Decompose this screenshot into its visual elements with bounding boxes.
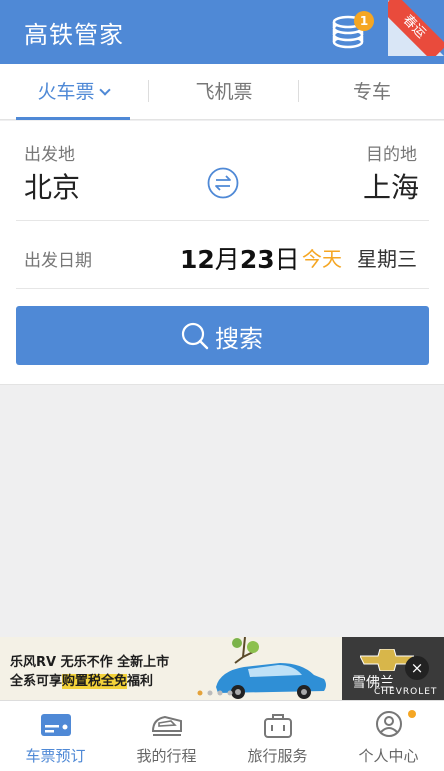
date-month: 12 [180,245,215,274]
user-icon [376,711,402,737]
nav-profile[interactable]: 个人中心 [333,701,444,771]
date-weekday: 星期三 [357,247,417,271]
tab-train-tickets[interactable]: 火车票 [16,64,130,120]
app-header: 高铁管家 1 春运 [0,0,444,64]
departure-date[interactable]: 12月23日 [180,240,300,276]
form-divider [16,220,429,221]
departure-city[interactable]: 北京 [24,166,80,206]
date-day: 23 [239,245,275,274]
ticket-type-tabs: 火车票 飞机票 专车 [0,64,444,120]
tab-train-label: 火车票 [37,81,95,103]
tab-flight-label: 飞机票 [195,81,253,103]
ad-close-button[interactable]: × [405,656,429,680]
nav-label: 车票预订 [25,747,86,765]
ticket-icon [41,714,71,736]
spring-festival-ribbon[interactable]: 春运 [388,0,444,56]
departure-label: 出发地 [24,145,75,165]
train-icon [151,715,182,736]
search-icon [181,322,209,350]
destination-label: 目的地 [366,145,417,165]
ad-subline-highlight: 购置税全免 [62,674,128,689]
ad-headline: 乐风RV 无乐不作 全新上市 [10,655,170,670]
ad-subline-pre: 全系可享 [10,674,63,689]
tab-private-car[interactable]: 专车 [300,64,444,120]
date-month-unit: 月 [214,245,240,274]
swap-arrows-icon[interactable] [207,167,239,199]
nav-label: 我的行程 [136,747,197,765]
search-button-label: 搜索 [215,325,263,353]
chevron-down-icon [98,84,111,96]
ad-subline-post: 福利 [127,674,154,689]
date-day-unit: 日 [274,245,300,274]
ad-subline: 全系可享购置税全免福利 [10,670,153,689]
bottom-nav: 车票预订 我的行程 旅行服务 个人中心 [0,700,444,771]
tab-flight-tickets[interactable]: 飞机票 [150,64,298,120]
tab-divider [298,80,299,102]
nav-label: 旅行服务 [247,747,308,765]
date-relative-label: 今天 [302,247,342,271]
destination-city[interactable]: 上海 [363,166,419,206]
notification-dot [408,710,416,718]
departure-date-label: 出发日期 [24,251,92,271]
form-divider [16,288,429,289]
tab-car-label: 专车 [352,81,391,103]
nav-ticket-booking[interactable]: 车票预订 [0,701,111,771]
coin-count-badge: 1 [354,11,374,31]
nav-travel-services[interactable]: 旅行服务 [222,701,333,771]
ad-brand-sub: CHEVROLET [374,687,438,697]
nav-label: 个人中心 [358,747,419,765]
nav-my-trips[interactable]: 我的行程 [111,701,222,771]
suitcase-icon [264,714,292,738]
app-title: 高铁管家 [24,21,124,49]
ad-pagination-dots [197,690,233,696]
coins-button[interactable]: 1 [332,11,374,50]
active-tab-indicator [16,117,130,120]
tab-divider [148,80,149,102]
search-button[interactable]: 搜索 [16,306,429,365]
